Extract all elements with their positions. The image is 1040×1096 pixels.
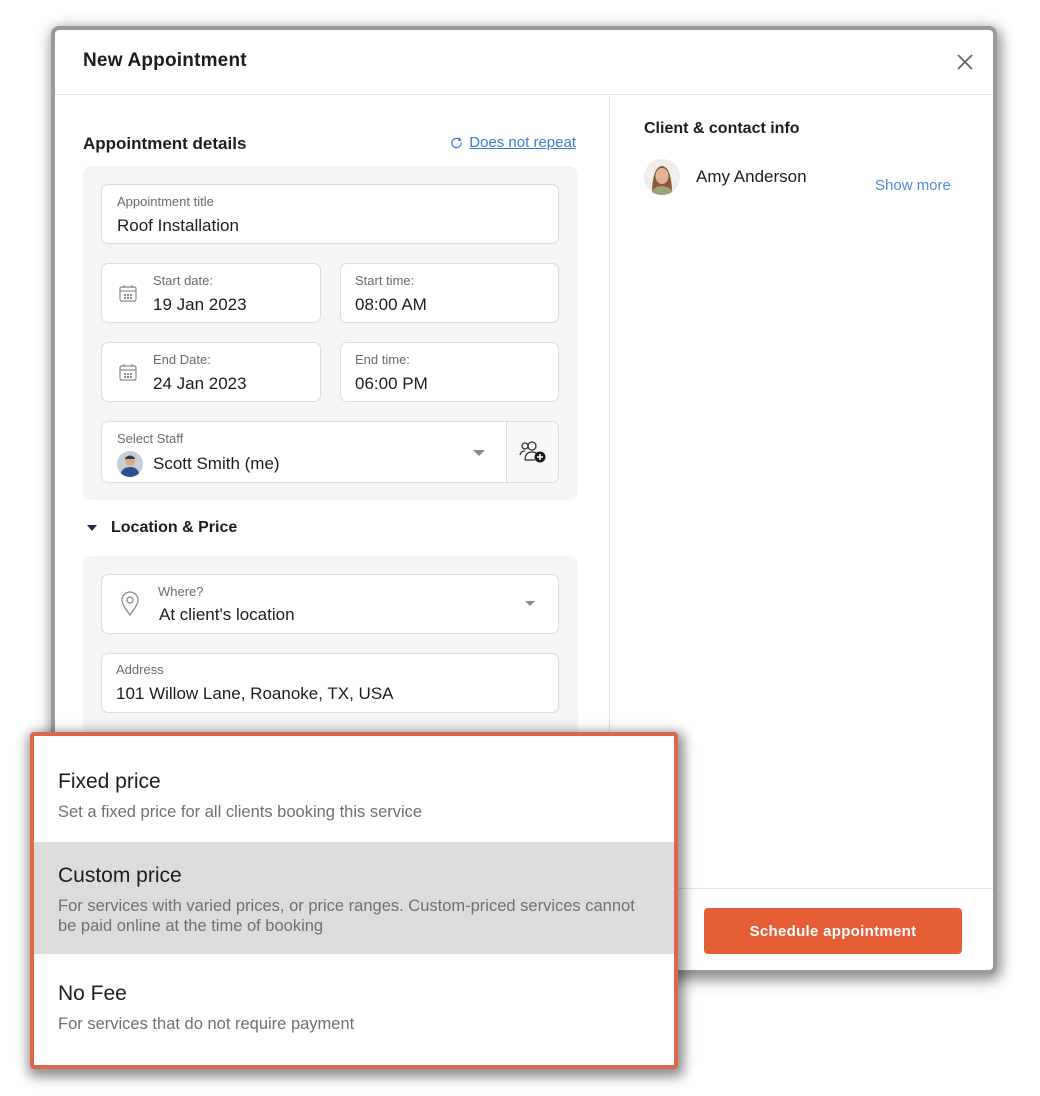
field-value: At client's location (159, 605, 295, 624)
client-info-heading: Client & contact info (644, 120, 800, 137)
start-date-field[interactable]: Start date: 19 Jan 2023 (101, 263, 321, 323)
price-type-menu: Fixed price Set a fixed price for all cl… (30, 732, 678, 1069)
caret-down-icon (87, 525, 97, 531)
field-label: Select Staff (117, 431, 184, 446)
repeat-link-label: Does not repeat (469, 134, 576, 151)
where-dropdown[interactable]: Where? At client's location (101, 574, 559, 634)
calendar-icon (119, 364, 137, 381)
option-title: Fixed price (58, 770, 161, 793)
option-title: Custom price (58, 864, 182, 887)
start-time-field[interactable]: Start time: 08:00 AM (340, 263, 559, 323)
field-value: Scott Smith (me) (153, 454, 280, 473)
field-label: Start date: (153, 273, 213, 288)
field-value: 24 Jan 2023 (153, 374, 247, 393)
end-date-field[interactable]: End Date: 24 Jan 2023 (101, 342, 321, 402)
repeat-link[interactable]: Does not repeat (450, 134, 576, 151)
add-staff-button[interactable] (506, 422, 558, 482)
option-description: Set a fixed price for all clients bookin… (58, 803, 423, 821)
end-time-field[interactable]: End time: 06:00 PM (340, 342, 559, 402)
field-label: End Date: (153, 352, 211, 367)
select-staff-dropdown[interactable]: Select Staff Scott Smith (me) (101, 421, 559, 483)
modal-title: New Appointment (83, 50, 247, 71)
address-field[interactable]: Address 101 Willow Lane, Roanoke, TX, US… (101, 653, 559, 713)
repeat-icon (451, 137, 462, 149)
appointment-details-panel: Appointment title Roof Installation Star… (83, 166, 578, 500)
option-description: For services with varied prices, or pric… (58, 897, 635, 935)
chevron-down-icon (473, 450, 485, 456)
price-option-no-fee[interactable]: No Fee For services that do not require … (34, 954, 674, 1065)
option-description: For services that do not require payment (58, 1015, 355, 1033)
client-avatar (644, 159, 680, 195)
location-price-toggle[interactable]: Location & Price (83, 519, 237, 537)
appointment-details-heading: Appointment details (83, 134, 247, 153)
chevron-down-icon (525, 601, 535, 606)
field-value: Roof Installation (117, 216, 239, 235)
show-more-link[interactable]: Show more (875, 177, 951, 194)
schedule-appointment-button[interactable]: Schedule appointment (704, 908, 962, 954)
field-value: 101 Willow Lane, Roanoke, TX, USA (116, 684, 394, 703)
field-label: Address (116, 662, 164, 677)
field-label: End time: (355, 352, 410, 367)
staff-avatar (117, 451, 143, 477)
location-pin-icon (121, 591, 139, 617)
client-name: Amy Anderson (696, 167, 807, 186)
calendar-icon (119, 285, 137, 302)
price-option-custom[interactable]: Custom price For services with varied pr… (34, 842, 674, 954)
field-label: Where? (158, 584, 204, 599)
field-value: 19 Jan 2023 (153, 295, 247, 314)
field-label: Appointment title (117, 194, 214, 209)
client-row: Amy Anderson Show more (644, 159, 964, 199)
field-label: Start time: (355, 273, 415, 288)
location-price-heading: Location & Price (111, 519, 238, 536)
close-button[interactable] (953, 50, 977, 74)
appointment-title-field[interactable]: Appointment title Roof Installation (101, 184, 559, 244)
add-user-icon (518, 441, 545, 463)
option-title: No Fee (58, 982, 127, 1005)
field-value: 08:00 AM (355, 295, 427, 314)
price-option-fixed[interactable]: Fixed price Set a fixed price for all cl… (34, 736, 674, 842)
field-value: 06:00 PM (355, 374, 428, 393)
modal-header: New Appointment (55, 30, 993, 95)
close-icon (957, 54, 973, 70)
